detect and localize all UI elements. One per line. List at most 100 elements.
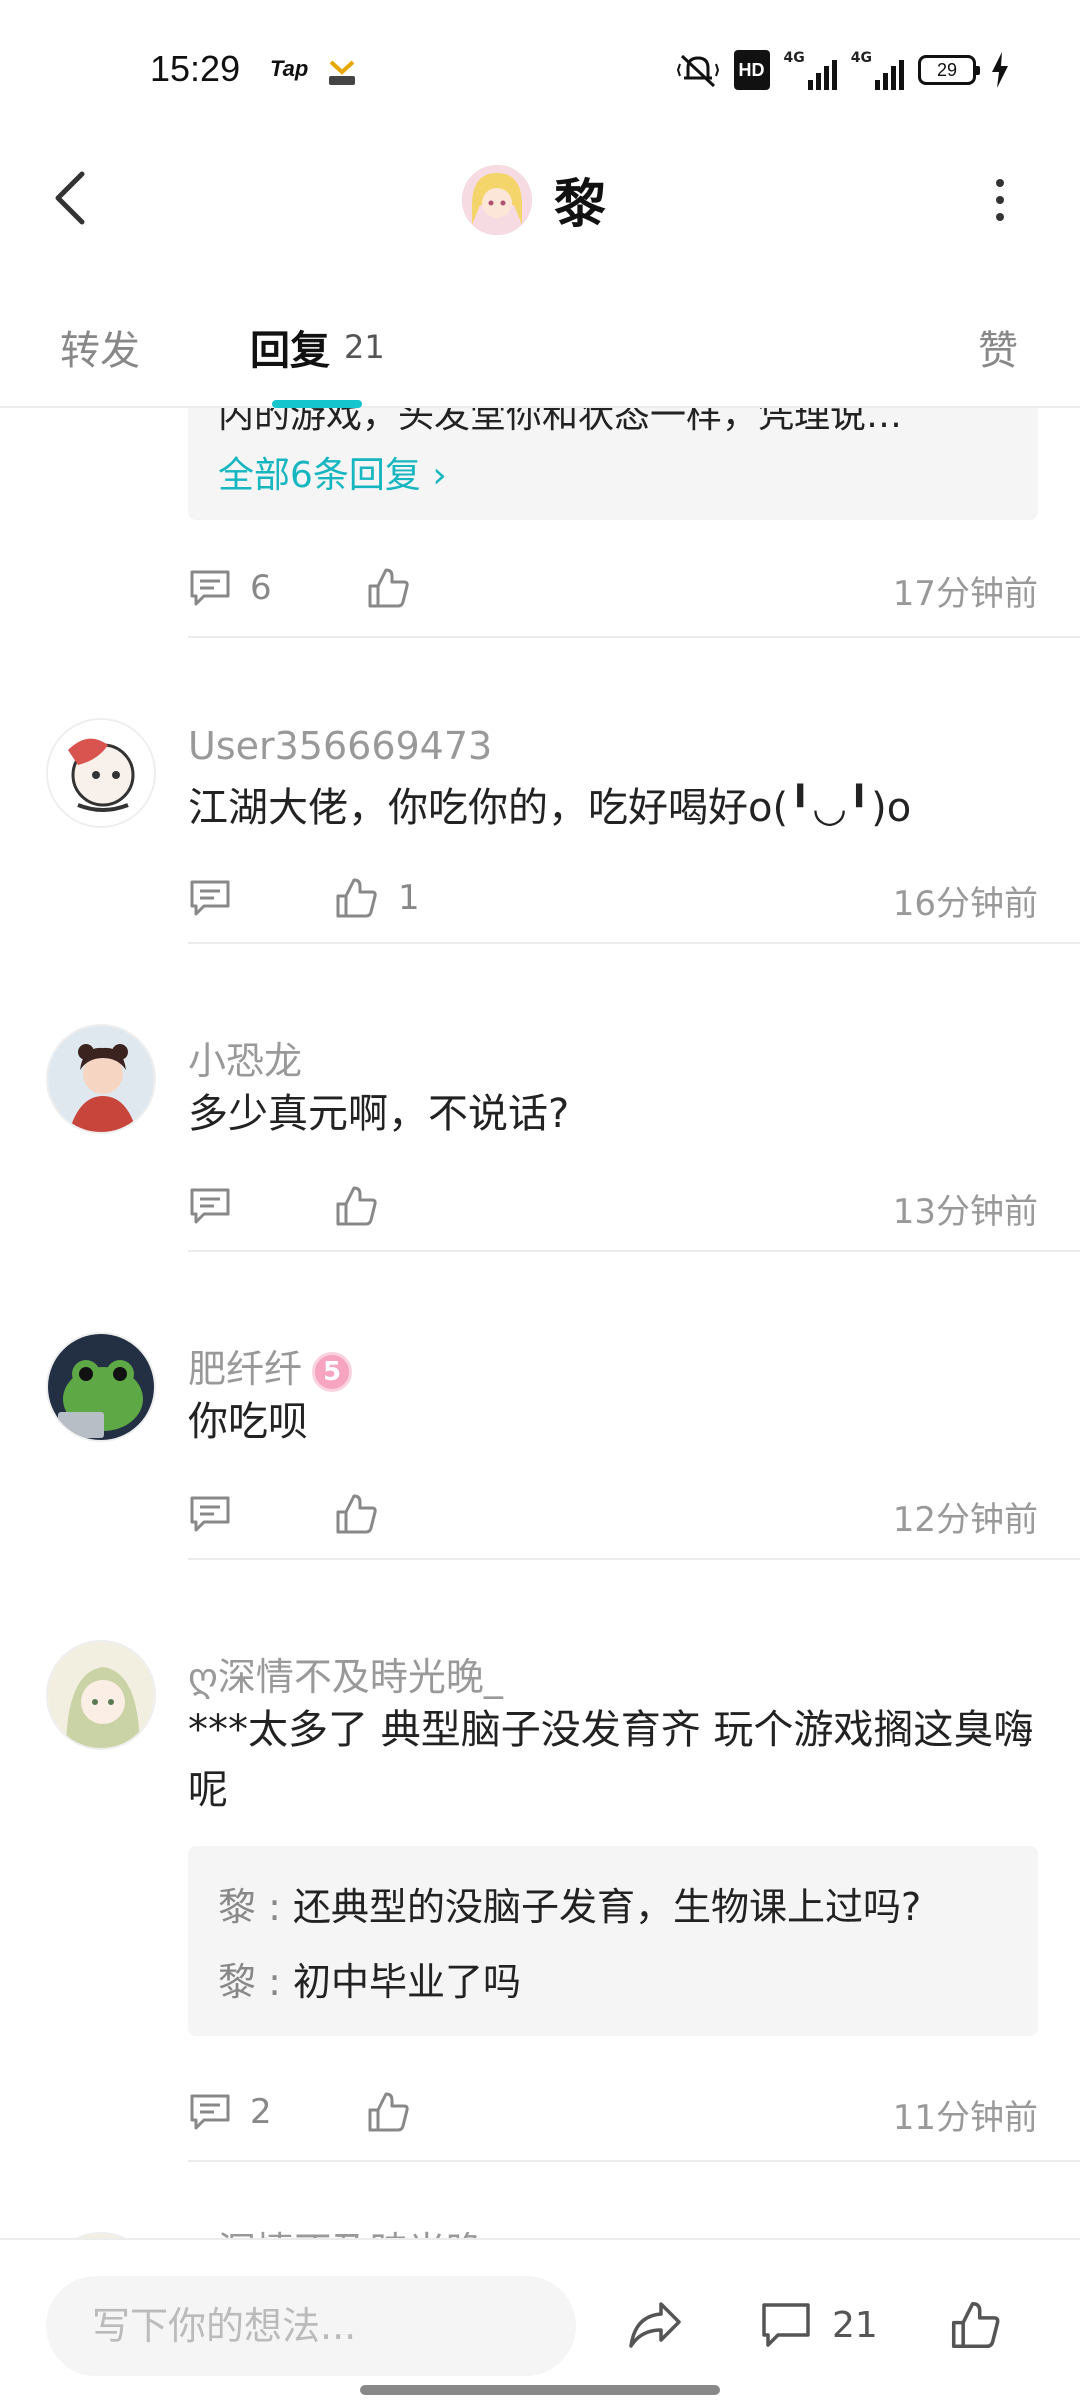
comment-icon [190,570,230,606]
share-icon [629,2302,681,2348]
divider [188,1558,1080,1560]
status-app-label: Tap [270,56,309,81]
reply-preview-box[interactable]: 内的游戏，头发堂你和状态一样，凭理说… 全部6条回复 › [188,408,1038,520]
like-button[interactable]: 1 [334,868,420,928]
anime-character-avatar-icon [48,1642,154,1748]
thumbs-up-icon [368,2092,409,2132]
signal-2-icon: 4G [851,50,904,90]
signal-1-icon: 4G [784,50,837,90]
page-title: 黎 [554,175,607,235]
timestamp: 16分钟前 [892,884,1038,924]
page-header: 黎 [0,140,1080,260]
comment-feed[interactable]: 内的游戏，头发堂你和状态一样，凭理说… 全部6条回复 › 6 17分钟前 Use… [0,408,1080,2238]
home-indicator[interactable] [360,2385,720,2395]
divider [188,942,1080,944]
share-button[interactable] [620,2290,690,2360]
username-text: 肥纤纤 [188,1347,303,1391]
action-bar: 2 11分钟前 [188,2082,1038,2142]
timestamp: 17分钟前 [892,574,1038,614]
thumbs-up-icon [336,1186,377,1226]
reply-button[interactable]: 6 [188,558,272,618]
status-time: 15:29 [150,48,241,89]
bottom-action-bar: 21 [0,2238,1080,2400]
app-notification-icon [329,60,355,85]
action-bar: 1 16分钟前 [188,868,1038,928]
avatar[interactable] [46,1024,156,1134]
reply-text: 初中毕业了吗 [292,1960,521,2004]
comment-text: ***太多了 典型脑子没发育齐 玩个游戏搁这臭嗨呢 [188,1707,1034,1813]
anime-warrior-avatar-icon [48,1026,154,1132]
header-user[interactable]: 黎 [462,162,606,237]
reply-count: 2 [250,2092,272,2132]
like-button[interactable] [366,2082,410,2142]
thumbs-up-icon [951,2301,1000,2349]
comment-count: 21 [832,2304,878,2346]
reply-button[interactable] [188,1484,232,1544]
timestamp: 13分钟前 [892,1192,1038,1232]
tab-bar: 转发 回复 21 赞 [0,300,1080,408]
reply-author[interactable]: 黎 [218,1885,256,1929]
more-vertical-icon [996,179,1004,187]
timestamp: 12分钟前 [892,1500,1038,1540]
tab-like[interactable]: 赞 [978,318,1018,376]
action-bar: 12分钟前 [188,1484,1038,1544]
tab-reply-count[interactable]: 21 [344,328,385,366]
battery-indicator: 29 [918,55,980,85]
thumbs-up-icon [336,1494,377,1534]
comment-input[interactable] [46,2276,576,2376]
reply-button[interactable]: 2 [188,2082,272,2142]
more-options-button[interactable] [980,170,1020,230]
like-button[interactable] [334,1176,378,1236]
action-bar: 6 17分钟前 [188,558,1038,618]
comment-icon [190,880,230,916]
comment-text: 江湖大佬，你吃你的，吃好喝好o(╹◡╹)o [188,785,912,831]
chevron-left-icon [55,171,85,225]
like-count: 1 [398,878,420,918]
avatar[interactable] [46,1640,156,1750]
like-button[interactable] [366,558,410,618]
reply-button[interactable] [188,1176,232,1236]
action-bar: 13分钟前 [188,1176,1038,1236]
comment-icon [190,2094,230,2130]
tab-repost[interactable]: 转发 [60,318,140,376]
divider [188,636,1080,638]
username[interactable]: 肥纤纤 5 [188,1338,353,1393]
charging-bolt-icon [992,52,1008,88]
like-button[interactable] [940,2290,1010,2360]
anime-girl-avatar-icon [462,164,532,235]
avatar[interactable] [462,164,532,235]
reply-author[interactable]: 黎 [218,1960,256,2004]
username[interactable]: User356669473 [188,724,492,768]
comments-button[interactable]: 21 [760,2290,878,2360]
level-badge: 5 [312,1351,353,1392]
partial-reply-text: 内的游戏，头发堂你和状态一样，凭理说… [218,408,903,436]
username[interactable]: ღ深情不及時光晚_ [188,2220,503,2238]
reply-line[interactable]: 黎 : 还典型的没脑子发育，生物课上过吗? [218,1876,921,1931]
avatar[interactable] [46,1332,156,1442]
reply-line[interactable]: 黎 : 初中毕业了吗 [218,1951,521,2006]
hd-indicator: HD [733,50,770,90]
reply-preview-box[interactable]: 黎 : 还典型的没脑子发育，生物课上过吗? 黎 : 初中毕业了吗 [188,1846,1038,2036]
username[interactable]: ღ深情不及時光晚_ [188,1646,503,1701]
status-icons: HD 4G 4G 29 [676,48,1010,92]
reply-text: 还典型的没脑子发育，生物课上过吗? [292,1885,922,1929]
status-bar: 15:29 Tap HD 4G 4G 29 [0,0,1080,140]
thumbs-up-icon [368,568,409,608]
comment-icon [190,1188,230,1224]
comment-text: 你吃呗 [188,1399,308,1445]
all-replies-link[interactable]: 全部6条回复 › [218,446,447,498]
back-button[interactable] [40,168,100,228]
avatar[interactable] [46,718,156,828]
timestamp: 11分钟前 [892,2098,1038,2138]
reply-button[interactable] [188,868,232,928]
divider [188,1250,1080,1252]
like-button[interactable] [334,1484,378,1544]
username[interactable]: 小恐龙 [188,1030,302,1085]
active-tab-indicator [272,400,362,408]
comment-icon [762,2303,810,2347]
tab-reply[interactable]: 回复 [250,318,330,376]
comment-text: 多少真元啊，不说话? [188,1091,570,1137]
thumbs-up-icon [336,878,377,918]
reply-count: 6 [250,568,272,608]
cartoon-avatar-icon [48,720,154,826]
